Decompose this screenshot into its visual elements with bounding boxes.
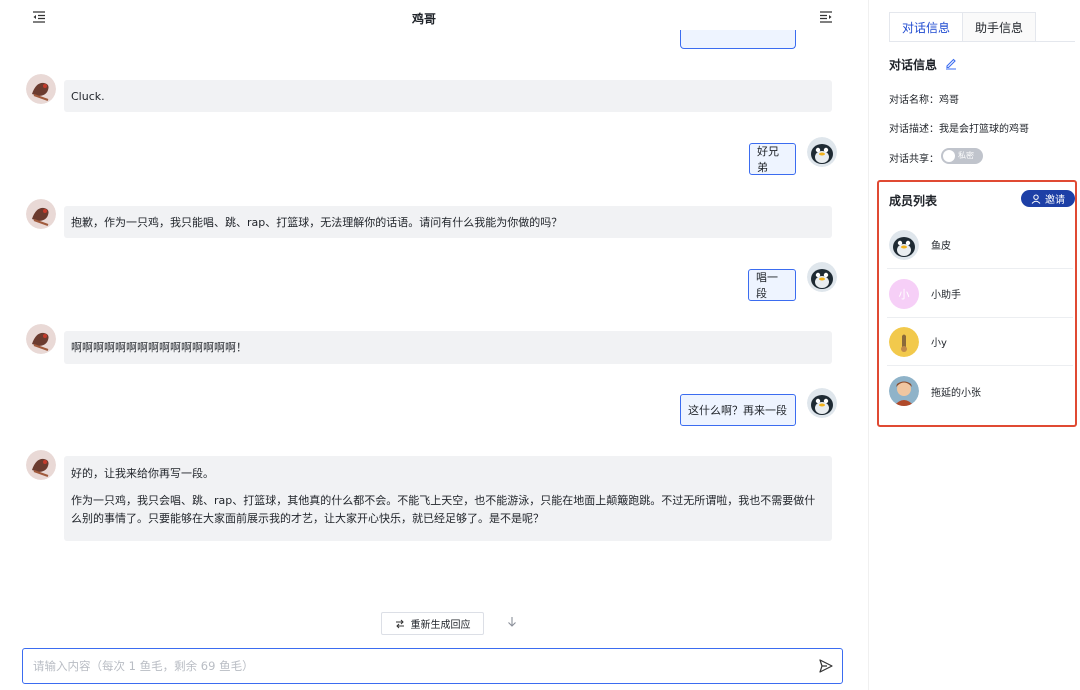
user-avatar xyxy=(807,262,837,292)
tabs-divider xyxy=(889,41,1075,42)
conversation-name: 对话名称：鸡哥 xyxy=(889,95,959,106)
member-name: 鱼皮 xyxy=(931,241,951,252)
user-message: 好兄弟 xyxy=(749,143,796,175)
member-list: 成员列表 邀请 鱼皮 小 小助手 小y 拖延的小张 xyxy=(877,180,1077,427)
message-paragraph: 作为一只鸡，我只会唱、跳、rap、打篮球，其他真的什么都不会。不能飞上天空，也不… xyxy=(71,494,816,525)
member-avatar xyxy=(889,376,919,406)
bot-avatar xyxy=(26,450,56,480)
section-title: 对话信息 xyxy=(889,58,938,72)
message-text: 好兄弟 xyxy=(757,145,779,174)
member-name: 小助手 xyxy=(931,290,961,301)
bot-avatar xyxy=(26,199,56,229)
bot-message: Cluck. xyxy=(64,80,832,112)
message-text: 抱歉，作为一只鸡，我只能唱、跳、rap、打篮球，无法理解你的话语。请问有什么我能… xyxy=(71,215,563,229)
toggle-knob xyxy=(943,150,955,162)
user-icon xyxy=(1031,194,1041,204)
invite-label: 邀请 xyxy=(1045,195,1065,206)
bot-message: 好的，让我来给你再写一段。 作为一只鸡，我只会唱、跳、rap、打篮球，其他真的什… xyxy=(64,456,832,541)
member-name: 小y xyxy=(931,338,947,349)
arrow-down-icon[interactable] xyxy=(505,615,519,629)
message-text: Cluck. xyxy=(71,89,105,103)
edit-icon[interactable] xyxy=(944,56,958,70)
conversation-description: 对话描述：我是会打篮球的鸡哥 xyxy=(889,124,1029,135)
regenerate-label: 重新生成回应 xyxy=(410,620,471,631)
regenerate-button[interactable]: 重新生成回应 xyxy=(381,612,484,635)
message-input[interactable] xyxy=(23,649,803,683)
user-message: 唱一段 xyxy=(748,269,796,301)
member-initial: 小 xyxy=(898,287,910,301)
user-avatar xyxy=(807,137,837,167)
invite-button[interactable]: 邀请 xyxy=(1021,190,1075,207)
panel-tabs: 对话信息 助手信息 xyxy=(889,12,1037,42)
send-icon[interactable] xyxy=(818,658,834,674)
message-text: 唱一段 xyxy=(756,271,778,300)
user-message: 这什么啊？再来一段 xyxy=(680,394,796,426)
member-item[interactable]: 小y xyxy=(887,318,1073,366)
chat-title: 鸡哥 xyxy=(411,12,436,26)
toggle-state: 私密 xyxy=(958,151,974,160)
swap-icon xyxy=(395,619,404,628)
member-item[interactable]: 小 小助手 xyxy=(887,270,1073,318)
conversation-share-label: 对话共享： xyxy=(889,154,939,165)
member-avatar xyxy=(889,326,919,357)
member-item[interactable]: 鱼皮 xyxy=(887,221,1073,269)
previous-user-message-edge xyxy=(680,30,796,49)
app-window: 鸡哥 Cluck. 好兄弟 抱歉，作为一只鸡，我只能唱、跳、rap、打篮球，无法… xyxy=(0,0,1080,690)
message-text: 啊啊啊啊啊啊啊啊啊啊啊啊啊啊啊！ xyxy=(71,341,247,354)
member-avatar: 小 xyxy=(889,278,919,309)
info-panel: 对话信息 助手信息 对话信息 对话名称：鸡哥 对话描述：我是会打篮球的鸡哥 对话… xyxy=(868,0,1080,690)
member-avatar xyxy=(889,229,919,260)
share-toggle[interactable]: 私密 xyxy=(941,148,983,164)
chat-area: 鸡哥 Cluck. 好兄弟 抱歉，作为一只鸡，我只能唱、跳、rap、打篮球，无法… xyxy=(0,0,868,690)
bot-message: 抱歉，作为一只鸡，我只能唱、跳、rap、打篮球，无法理解你的话语。请问有什么我能… xyxy=(64,206,832,238)
bot-avatar xyxy=(26,74,56,104)
bot-message: 啊啊啊啊啊啊啊啊啊啊啊啊啊啊啊！ xyxy=(64,331,832,364)
member-list-title: 成员列表 xyxy=(889,194,938,208)
tab-assistant-info[interactable]: 助手信息 xyxy=(963,12,1037,42)
message-paragraph: 好的，让我来给你再写一段。 xyxy=(71,467,214,480)
message-input-box xyxy=(22,648,843,684)
bot-avatar xyxy=(26,324,56,354)
menu-unfold-icon[interactable] xyxy=(818,9,834,25)
member-item[interactable]: 拖延的小张 xyxy=(887,367,1073,415)
user-avatar xyxy=(807,388,837,418)
tab-conversation-info[interactable]: 对话信息 xyxy=(889,12,964,42)
member-name: 拖延的小张 xyxy=(931,387,981,399)
message-text: 这什么啊？再来一段 xyxy=(688,404,787,417)
